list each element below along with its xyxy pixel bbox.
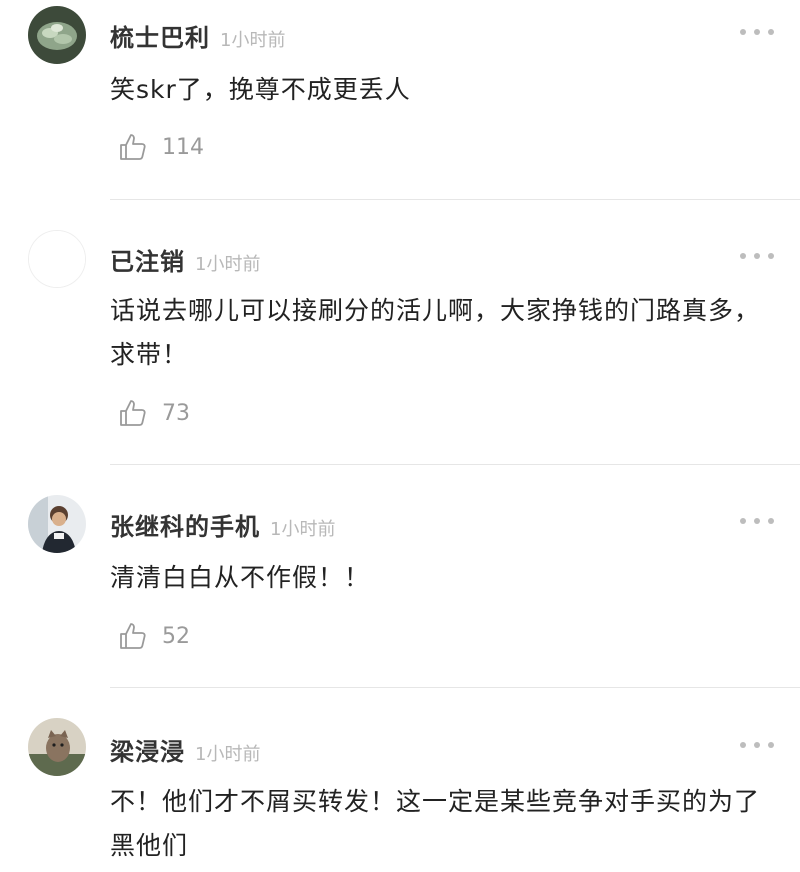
- like-count: 52: [162, 623, 190, 649]
- comment-feed: 梳士巴利 1小时前 笑skr了，挽尊不成更丢人 114 已注销 1小时前 话说去哪儿…: [0, 0, 800, 872]
- comment-item: 已注销 1小时前 话说去哪儿可以接刷分的活儿啊，大家挣钱的门路真多，求带！ 73: [0, 200, 800, 465]
- timestamp: 1小时前: [220, 30, 286, 51]
- timestamp: 1小时前: [195, 744, 261, 765]
- avatar-cat-icon: [28, 718, 86, 776]
- comment-item: 梁浸浸 1小时前 不！他们才不屑买转发！这一定是某些竞争对手买的为了黑他们: [0, 688, 800, 872]
- comment-text: 清清白白从不作假！！: [110, 563, 371, 592]
- comment-text: 话说去哪儿可以接刷分的活儿啊，大家挣钱的门路真多，求带！: [110, 296, 761, 369]
- thumbs-up-icon: [120, 134, 146, 160]
- more-icon[interactable]: [740, 27, 774, 37]
- username[interactable]: 梁浸浸 1小时前: [110, 732, 260, 767]
- avatar[interactable]: [28, 230, 86, 288]
- more-icon[interactable]: [740, 740, 774, 750]
- avatar[interactable]: [28, 495, 86, 553]
- comment-text: 不！他们才不屑买转发！这一定是某些竞争对手买的为了黑他们: [110, 787, 761, 860]
- username[interactable]: 已注销 1小时前: [110, 242, 260, 277]
- avatar-empty-icon: [29, 231, 85, 287]
- timestamp: 1小时前: [270, 519, 336, 540]
- like-button[interactable]: 73: [118, 397, 190, 429]
- username-label: 张继科的手机: [110, 513, 260, 541]
- thumbs-up-icon: [120, 400, 146, 426]
- comment-item: 梳士巴利 1小时前 笑skr了，挽尊不成更丢人 114: [0, 0, 800, 200]
- comment-item: 张继科的手机 1小时前 清清白白从不作假！！ 52: [0, 465, 800, 688]
- like-button[interactable]: 114: [118, 131, 204, 163]
- username-label: 梳士巴利: [110, 24, 210, 52]
- thumbs-up-icon: [120, 623, 146, 649]
- like-button[interactable]: 52: [118, 620, 190, 652]
- avatar-plant-icon: [28, 6, 86, 64]
- avatar[interactable]: [28, 6, 86, 64]
- like-count: 73: [162, 400, 190, 426]
- more-icon[interactable]: [740, 516, 774, 526]
- comment-text: 笑skr了，挽尊不成更丢人: [110, 75, 411, 104]
- username-label: 已注销: [110, 248, 185, 276]
- username[interactable]: 梳士巴利 1小时前: [110, 18, 285, 53]
- username[interactable]: 张继科的手机 1小时前: [110, 507, 335, 542]
- avatar-person-icon: [28, 495, 86, 553]
- avatar[interactable]: [28, 718, 86, 776]
- username-label: 梁浸浸: [110, 738, 185, 766]
- like-count: 114: [162, 134, 204, 160]
- more-icon[interactable]: [740, 251, 774, 261]
- timestamp: 1小时前: [195, 254, 261, 275]
